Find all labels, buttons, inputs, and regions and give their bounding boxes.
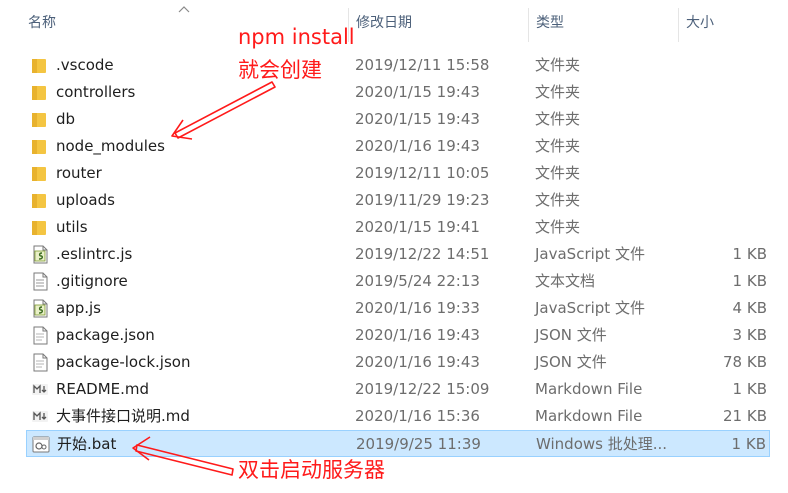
folder-icon: [31, 83, 49, 102]
file-row[interactable]: controllers 2020/1/15 19:43 文件夹: [26, 79, 770, 106]
file-name: uploads: [56, 191, 115, 209]
annotation-creates: 就会创建: [238, 58, 322, 82]
file-name: router: [56, 164, 102, 182]
file-type: JSON 文件: [535, 326, 607, 344]
file-type: 文件夹: [535, 164, 581, 182]
folder-icon: [31, 218, 49, 237]
folder-icon: [31, 164, 49, 183]
file-size: 3 KB: [732, 326, 767, 344]
file-size: 1 KB: [732, 272, 767, 290]
file-name: controllers: [56, 83, 136, 101]
file-type: 文件夹: [535, 137, 581, 155]
file-name: package-lock.json: [56, 353, 191, 371]
file-type: Windows 批处理...: [536, 435, 668, 453]
file-name: README.md: [56, 380, 150, 398]
file-type: 文件夹: [535, 218, 581, 236]
batch-file-icon: [32, 435, 50, 454]
file-date-modified: 2020/1/16 19:43: [355, 137, 480, 155]
file-row[interactable]: README.md 2019/12/22 15:09 Markdown File 1 …: [26, 376, 770, 403]
annotation-double-click: 双击启动服务器: [238, 458, 385, 482]
file-date-modified: 2019/11/29 19:23: [355, 191, 490, 209]
folder-icon: [31, 137, 49, 156]
file-size: 1 KB: [732, 245, 767, 263]
file-name: 开始.bat: [57, 435, 117, 453]
file-row[interactable]: 大事件接口说明.md 2020/1/16 15:36 Markdown File 21…: [26, 403, 770, 430]
file-date-modified: 2020/1/16 19:33: [355, 299, 480, 317]
file-row[interactable]: .vscode 2019/12/11 15:58 文件夹: [26, 52, 770, 79]
file-type: 文件夹: [535, 110, 581, 128]
file-size: 4 KB: [732, 299, 767, 317]
file-size: 1 KB: [731, 435, 766, 453]
json-file-icon: [31, 326, 49, 345]
file-name: package.json: [56, 326, 155, 344]
file-name: db: [56, 110, 76, 128]
column-header-size[interactable]: 大小: [678, 0, 788, 44]
file-row[interactable]: app.js 2020/1/16 19:33 JavaScript 文件 4 KB: [26, 295, 770, 322]
file-date-modified: 2019/5/24 22:13: [355, 272, 480, 290]
file-type: Markdown File: [535, 380, 643, 398]
file-type: JavaScript 文件: [535, 245, 645, 263]
markdown-file-icon: [31, 380, 49, 399]
file-date-modified: 2019/12/11 10:05: [355, 164, 490, 182]
markdown-file-icon: [31, 407, 49, 426]
file-row[interactable]: .gitignore 2019/5/24 22:13 文本文档 1 KB: [26, 268, 770, 295]
file-size: 78 KB: [723, 353, 767, 371]
folder-icon: [31, 56, 49, 75]
file-date-modified: 2020/1/16 19:43: [355, 353, 480, 371]
javascript-file-icon: [31, 299, 49, 318]
column-header-bar: 名称 修改日期 类型 大小: [0, 0, 788, 44]
file-type: JSON 文件: [535, 353, 607, 371]
text-file-icon: [31, 272, 49, 291]
file-date-modified: 2020/1/16 19:43: [355, 326, 480, 344]
column-header-date[interactable]: 修改日期: [348, 0, 528, 44]
file-size: 1 KB: [732, 380, 767, 398]
file-row[interactable]: .eslintrc.js 2019/12/22 14:51 JavaScript 文…: [26, 241, 770, 268]
file-date-modified: 2020/1/16 15:36: [355, 407, 480, 425]
file-name: utils: [56, 218, 88, 236]
file-row[interactable]: node_modules 2020/1/16 19:43 文件夹: [26, 133, 770, 160]
file-row[interactable]: uploads 2019/11/29 19:23 文件夹: [26, 187, 770, 214]
file-date-modified: 2019/12/22 15:09: [355, 380, 490, 398]
file-name: node_modules: [56, 137, 165, 155]
file-date-modified: 2020/1/15 19:41: [355, 218, 480, 236]
file-type: JavaScript 文件: [535, 299, 645, 317]
file-type: 文件夹: [535, 56, 581, 74]
json-file-icon: [31, 353, 49, 372]
file-row[interactable]: package-lock.json 2020/1/16 19:43 JSON 文件 7…: [26, 349, 770, 376]
file-name: app.js: [56, 299, 101, 317]
javascript-file-icon: [31, 245, 49, 264]
file-row[interactable]: db 2020/1/15 19:43 文件夹: [26, 106, 770, 133]
file-date-modified: 2019/12/22 14:51: [355, 245, 490, 263]
file-date-modified: 2019/12/11 15:58: [355, 56, 490, 74]
file-name: 大事件接口说明.md: [56, 407, 190, 425]
file-name: .eslintrc.js: [56, 245, 133, 263]
file-date-modified: 2020/1/15 19:43: [355, 83, 480, 101]
file-date-modified: 2020/1/15 19:43: [355, 110, 480, 128]
file-size: 21 KB: [723, 407, 767, 425]
file-type: 文本文档: [535, 272, 596, 290]
file-row[interactable]: utils 2020/1/15 19:41 文件夹: [26, 214, 770, 241]
folder-icon: [31, 191, 49, 210]
annotation-npm-install: npm install: [238, 25, 355, 49]
file-row[interactable]: package.json 2020/1/16 19:43 JSON 文件 3 KB: [26, 322, 770, 349]
file-name: .vscode: [56, 56, 114, 74]
folder-icon: [31, 110, 49, 129]
file-row[interactable]: router 2019/12/11 10:05 文件夹: [26, 160, 770, 187]
file-row[interactable]: 开始.bat 2019/9/25 11:39 Windows 批处理... 1 KB: [26, 430, 770, 457]
file-type: 文件夹: [535, 83, 581, 101]
file-name: .gitignore: [56, 272, 128, 290]
file-type: 文件夹: [535, 191, 581, 209]
file-type: Markdown File: [535, 407, 643, 425]
column-header-type[interactable]: 类型: [528, 0, 678, 44]
